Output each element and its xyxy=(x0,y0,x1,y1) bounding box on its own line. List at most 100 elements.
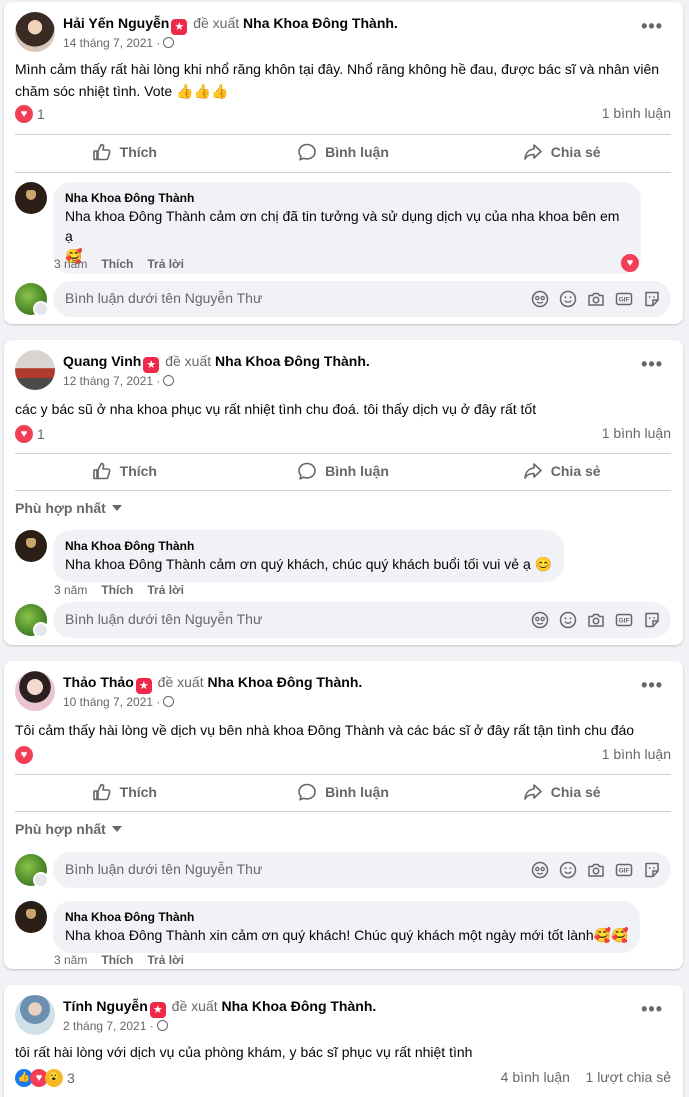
sticker-icon[interactable] xyxy=(643,611,661,629)
caret-down-icon xyxy=(111,826,122,832)
post-header: Hải Yến Nguyễn ★ đề xuất Nha Khoa Đông Th… xyxy=(15,12,665,54)
author-name[interactable]: Tính Nguyễn xyxy=(63,998,148,1014)
reaction-summary: 👍 ♥ 😮 3 4 bình luận 1 lượt chia sẻ xyxy=(15,1069,671,1089)
post-title-line: Quang Vinh ★ đề xuất Nha Khoa Đông Thành. xyxy=(63,353,370,373)
wow-reaction-icon[interactable]: 😮 xyxy=(45,1069,63,1088)
author-avatar[interactable] xyxy=(15,671,55,711)
comment-time[interactable]: 3 năm xyxy=(54,257,87,271)
comment-author[interactable]: Nha Khoa Đông Thành xyxy=(65,538,552,554)
author-name[interactable]: Hải Yến Nguyễn xyxy=(63,15,169,31)
comment-label: Bình luận xyxy=(325,144,389,160)
comment: Nha Khoa Đông Thành Nha khoa Đông Thành … xyxy=(15,530,671,582)
reaction-count[interactable]: 1 xyxy=(37,106,45,122)
comment-input[interactable]: Bình luận dưới tên Nguyễn Thư xyxy=(53,602,671,638)
comment-love-reaction-icon[interactable]: ♥ xyxy=(621,254,639,272)
comment-like-link[interactable]: Thích xyxy=(101,583,133,597)
like-button[interactable]: Thích xyxy=(15,134,234,170)
author-avatar[interactable] xyxy=(15,350,55,390)
comment-count[interactable]: 1 bình luận xyxy=(602,425,671,441)
author-name[interactable]: Quang Vinh xyxy=(63,353,141,369)
page-name-link[interactable]: Nha Khoa Đông Thành. xyxy=(222,998,377,1014)
commenter-avatar[interactable] xyxy=(15,901,47,933)
current-user-avatar[interactable] xyxy=(15,283,49,317)
current-user-avatar[interactable] xyxy=(15,604,49,638)
share-button[interactable]: Chia sẻ xyxy=(452,774,671,810)
comment-button[interactable]: Bình luận xyxy=(234,453,453,489)
sticker-icon[interactable] xyxy=(643,861,661,879)
share-button[interactable]: Chia sẻ xyxy=(452,453,671,489)
page-name-link[interactable]: Nha Khoa Đông Thành. xyxy=(215,353,370,369)
post-title-line: Thảo Thảo ★ đề xuất Nha Khoa Đông Thành. xyxy=(63,674,362,694)
post-text: các y bác sũ ở nha khoa phục vụ rất nhiệ… xyxy=(15,401,537,417)
author-avatar[interactable] xyxy=(15,12,55,52)
comment-input[interactable]: Bình luận dưới tên Nguyễn Thư xyxy=(53,852,671,888)
reaction-summary: ♥ 1 1 bình luận xyxy=(15,105,671,125)
page-name-link[interactable]: Nha Khoa Đông Thành. xyxy=(208,674,363,690)
comment-reply-link[interactable]: Trả lời xyxy=(147,583,184,597)
camera-icon[interactable] xyxy=(587,861,605,879)
like-button[interactable]: Thích xyxy=(15,774,234,810)
comment-count[interactable]: 1 bình luận xyxy=(602,105,671,121)
camera-icon[interactable] xyxy=(587,611,605,629)
comment-input-placeholder: Bình luận dưới tên Nguyễn Thư xyxy=(65,290,263,306)
comment-sort-dropdown[interactable]: Phù hợp nhất xyxy=(15,821,122,837)
sticker-icon[interactable] xyxy=(643,290,661,308)
like-button[interactable]: Thích xyxy=(15,453,234,489)
avatar-sticker-icon[interactable] xyxy=(531,861,549,879)
post-title-line: Hải Yến Nguyễn ★ đề xuất Nha Khoa Đông Th… xyxy=(63,15,398,35)
comment-time[interactable]: 3 năm xyxy=(54,583,87,597)
page-name-link[interactable]: Nha Khoa Đông Thành. xyxy=(243,15,398,31)
comment: Nha Khoa Đông Thành Nha khoa Đông Thành … xyxy=(15,182,671,274)
comment-count[interactable]: 4 bình luận xyxy=(501,1069,570,1085)
gif-icon[interactable] xyxy=(615,861,633,879)
comment-reply-link[interactable]: Trả lời xyxy=(147,953,184,967)
comment-author[interactable]: Nha Khoa Đông Thành xyxy=(65,190,629,206)
camera-icon[interactable] xyxy=(587,290,605,308)
comment-button[interactable]: Bình luận xyxy=(234,774,453,810)
love-reaction-icon[interactable]: ♥ xyxy=(15,746,33,765)
comment-button[interactable]: Bình luận xyxy=(234,134,453,170)
share-button[interactable]: Chia sẻ xyxy=(452,134,671,170)
comment-time[interactable]: 3 năm xyxy=(54,953,87,967)
emoji-icon[interactable] xyxy=(559,861,577,879)
comment-input[interactable]: Bình luận dưới tên Nguyễn Thư xyxy=(53,281,671,317)
comment-sort-dropdown[interactable]: Phù hợp nhất xyxy=(15,500,122,516)
avatar-sticker-icon[interactable] xyxy=(531,611,549,629)
share-label: Chia sẻ xyxy=(550,144,601,160)
comment-text: Nha khoa Đông Thành xin cảm ơn quý khách… xyxy=(65,927,629,943)
like-label: Thích xyxy=(119,784,157,800)
divider xyxy=(15,172,671,173)
post-date[interactable]: 12 tháng 7, 2021 · xyxy=(63,374,160,388)
post-date[interactable]: 14 tháng 7, 2021 · xyxy=(63,36,160,50)
author-avatar[interactable] xyxy=(15,995,55,1035)
more-options-icon[interactable]: ••• xyxy=(641,999,663,1020)
commenter-avatar[interactable] xyxy=(15,530,47,562)
current-user-avatar[interactable] xyxy=(15,854,49,888)
more-options-icon[interactable]: ••• xyxy=(641,354,663,375)
reaction-summary: ♥ 1 1 bình luận xyxy=(15,425,671,445)
comment-like-link[interactable]: Thích xyxy=(101,257,133,271)
comment-author[interactable]: Nha Khoa Đông Thành xyxy=(65,909,628,925)
reaction-count[interactable]: 1 xyxy=(37,426,45,442)
reaction-summary: ♥ 1 bình luận xyxy=(15,746,671,766)
post-title-line: Tính Nguyễn ★ đề xuất Nha Khoa Đông Thành… xyxy=(63,998,376,1018)
more-options-icon[interactable]: ••• xyxy=(641,16,663,37)
commenter-avatar[interactable] xyxy=(15,182,47,214)
gif-icon[interactable] xyxy=(615,611,633,629)
more-options-icon[interactable]: ••• xyxy=(641,675,663,696)
love-reaction-icon[interactable]: ♥ xyxy=(15,425,33,444)
emoji-icon[interactable] xyxy=(559,611,577,629)
sort-label: Phù hợp nhất xyxy=(15,500,106,516)
avatar-sticker-icon[interactable] xyxy=(531,290,549,308)
post-date[interactable]: 10 tháng 7, 2021 · xyxy=(63,695,160,709)
comment-count[interactable]: 1 bình luận xyxy=(602,746,671,762)
gif-icon[interactable] xyxy=(615,290,633,308)
reaction-count[interactable]: 3 xyxy=(67,1070,75,1086)
comment-like-link[interactable]: Thích xyxy=(101,953,133,967)
love-reaction-icon[interactable]: ♥ xyxy=(15,105,33,124)
post-date[interactable]: 2 tháng 7, 2021 · xyxy=(63,1019,154,1033)
share-count[interactable]: 1 lượt chia sẻ xyxy=(586,1069,671,1085)
emoji-icon[interactable] xyxy=(559,290,577,308)
author-name[interactable]: Thảo Thảo xyxy=(63,674,134,690)
comment-reply-link[interactable]: Trả lời xyxy=(147,257,184,271)
